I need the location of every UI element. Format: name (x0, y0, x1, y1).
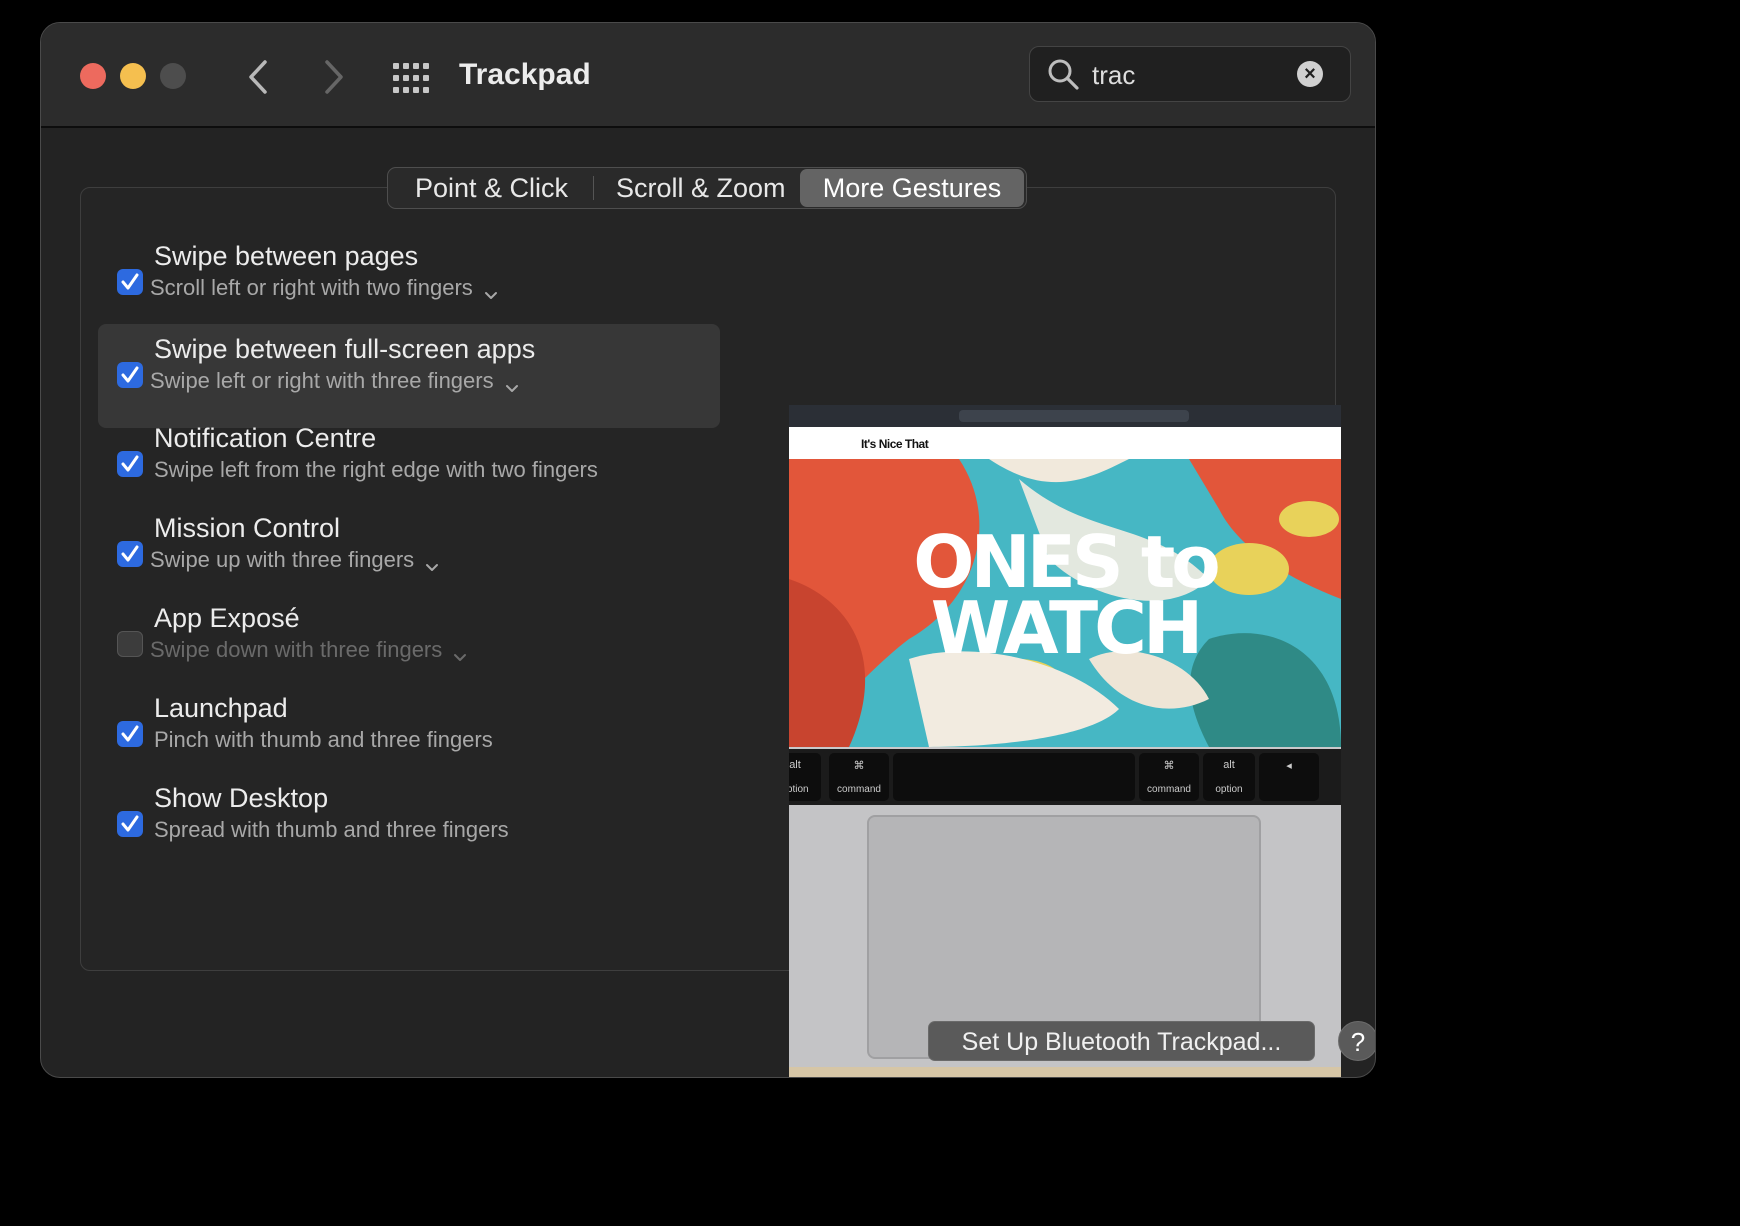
clear-search-icon[interactable]: × (1297, 61, 1323, 87)
gesture-row[interactable]: Launchpad Pinch with thumb and three fing… (98, 683, 720, 787)
gesture-description-text: Swipe left from the right edge with two … (154, 457, 598, 482)
search-field[interactable]: × (1029, 46, 1351, 102)
gesture-row[interactable]: Notification Centre Swipe left from the r… (98, 413, 720, 517)
gesture-option-popup[interactable]: Swipe left or right with three fingers (150, 368, 520, 394)
gesture-option-popup[interactable]: Scroll left or right with two fingers (150, 275, 499, 301)
title-bar: Trackpad × (41, 23, 1375, 128)
chevron-down-icon (483, 282, 499, 299)
gesture-description-text: Spread with thumb and three fingers (154, 817, 509, 842)
preview-site-header: It's Nice That (789, 427, 1341, 459)
preview-key: alt option (789, 753, 821, 801)
preview-url-bar (959, 410, 1189, 422)
help-button[interactable]: ? (1338, 1021, 1375, 1061)
preview-key-top-label: ◂ (1286, 760, 1292, 772)
gesture-checkbox[interactable] (117, 451, 143, 477)
grid-icon (393, 63, 429, 93)
search-input[interactable] (1090, 55, 1304, 95)
gesture-checkbox[interactable] (117, 362, 143, 388)
preview-key-bottom-label: option (1215, 784, 1243, 795)
gesture-name: Notification Centre (154, 423, 377, 453)
checkmark-icon (121, 273, 139, 290)
chevron-left-icon (249, 60, 267, 94)
preview-key: ⌘ command (1139, 753, 1199, 801)
gesture-row[interactable]: Swipe between pages Scroll left or right … (98, 231, 720, 335)
preview-key-top-label: alt (1223, 759, 1235, 771)
tab-point-click[interactable]: Point & Click (390, 169, 593, 207)
window-title: Trackpad (459, 58, 591, 91)
gesture-name: Launchpad (154, 693, 288, 723)
gesture-name: Swipe between pages (154, 241, 419, 271)
tab-bar: Point & Click Scroll & Zoom More Gestures (387, 167, 1027, 209)
hero-line-2: WATCH (930, 586, 1204, 670)
close-button[interactable] (80, 63, 106, 89)
gesture-description: Swipe left from the right edge with two … (154, 457, 598, 483)
preview-hero-text: ONES to WATCH (789, 526, 1341, 670)
gesture-row[interactable]: Show Desktop Spread with thumb and three … (98, 773, 720, 877)
preview-key: ◂ (1259, 753, 1319, 801)
preview-key: alt option (1203, 753, 1255, 801)
preview-key-bottom-label: command (1147, 784, 1191, 795)
show-all-button[interactable] (391, 59, 429, 97)
checkmark-icon (121, 725, 139, 742)
preview-key-bottom-label: command (837, 784, 881, 795)
gesture-checkbox[interactable] (117, 631, 143, 657)
gesture-option-popup[interactable]: Swipe down with three fingers (150, 637, 468, 663)
preview-key (893, 753, 1135, 801)
checkmark-icon (121, 815, 139, 832)
gesture-option-popup[interactable]: Swipe up with three fingers (150, 547, 440, 573)
tab-scroll-zoom[interactable]: Scroll & Zoom (594, 169, 799, 207)
gesture-checkbox[interactable] (117, 721, 143, 747)
chevron-right-icon (325, 60, 343, 94)
gesture-description-text: Swipe down with three fingers (150, 637, 443, 662)
search-icon (1048, 59, 1079, 90)
gesture-name: Show Desktop (154, 783, 329, 813)
checkmark-icon (121, 366, 139, 383)
gesture-name: Mission Control (154, 513, 341, 543)
gesture-description-text: Swipe up with three fingers (150, 547, 415, 572)
gesture-preview: It's Nice That ONES to WATCH alt tion ⌘ … (789, 405, 1341, 1077)
forward-button[interactable] (313, 56, 353, 98)
preview-key-top-label: alt (789, 759, 801, 771)
gesture-checkbox[interactable] (117, 269, 143, 295)
preview-key-top-label: ⌘ (1163, 760, 1175, 772)
gesture-description-text: Pinch with thumb and three fingers (154, 727, 493, 752)
checkmark-icon (121, 545, 139, 562)
gesture-name: Swipe between full-screen apps (154, 334, 536, 364)
trackpad-preferences-window: Trackpad × Swipe between pages Scroll lef… (40, 22, 1376, 1078)
gesture-description: Pinch with thumb and three fingers (154, 727, 493, 753)
preview-browser-bar (789, 405, 1341, 427)
gestures-panel: Swipe between pages Scroll left or right … (80, 187, 1341, 1077)
preview-hero-image: ONES to WATCH (789, 459, 1341, 747)
minimize-button[interactable] (120, 63, 146, 89)
gesture-row[interactable]: Mission Control Swipe up with three finge… (98, 503, 720, 607)
checkmark-icon (121, 455, 139, 472)
gesture-description: Spread with thumb and three fingers (154, 817, 509, 843)
gesture-row[interactable]: App Exposé Swipe down with three fingers (98, 593, 720, 697)
chevron-down-icon (504, 375, 520, 392)
gesture-description-text: Swipe left or right with three fingers (150, 368, 494, 393)
preview-key-top-label: ⌘ (853, 760, 865, 772)
preview-keyboard-row: alt option ⌘ command ⌘ command alt option ◂ (789, 749, 1341, 805)
zoom-button (160, 63, 186, 89)
back-button[interactable] (239, 56, 279, 98)
tab-more-gestures[interactable]: More Gestures (800, 169, 1024, 207)
gesture-name: App Exposé (154, 603, 300, 633)
gesture-description-text: Scroll left or right with two fingers (150, 275, 473, 300)
setup-bluetooth-trackpad-button[interactable]: Set Up Bluetooth Trackpad... (928, 1021, 1315, 1061)
preview-site-logo: It's Nice That (861, 437, 929, 451)
preview-key: ⌘ command (829, 753, 889, 801)
preview-key-bottom-label: option (789, 784, 809, 795)
gesture-checkbox[interactable] (117, 811, 143, 837)
chevron-down-icon (452, 644, 468, 661)
gesture-checkbox[interactable] (117, 541, 143, 567)
preview-desk (789, 1067, 1341, 1077)
chevron-down-icon (424, 554, 440, 571)
